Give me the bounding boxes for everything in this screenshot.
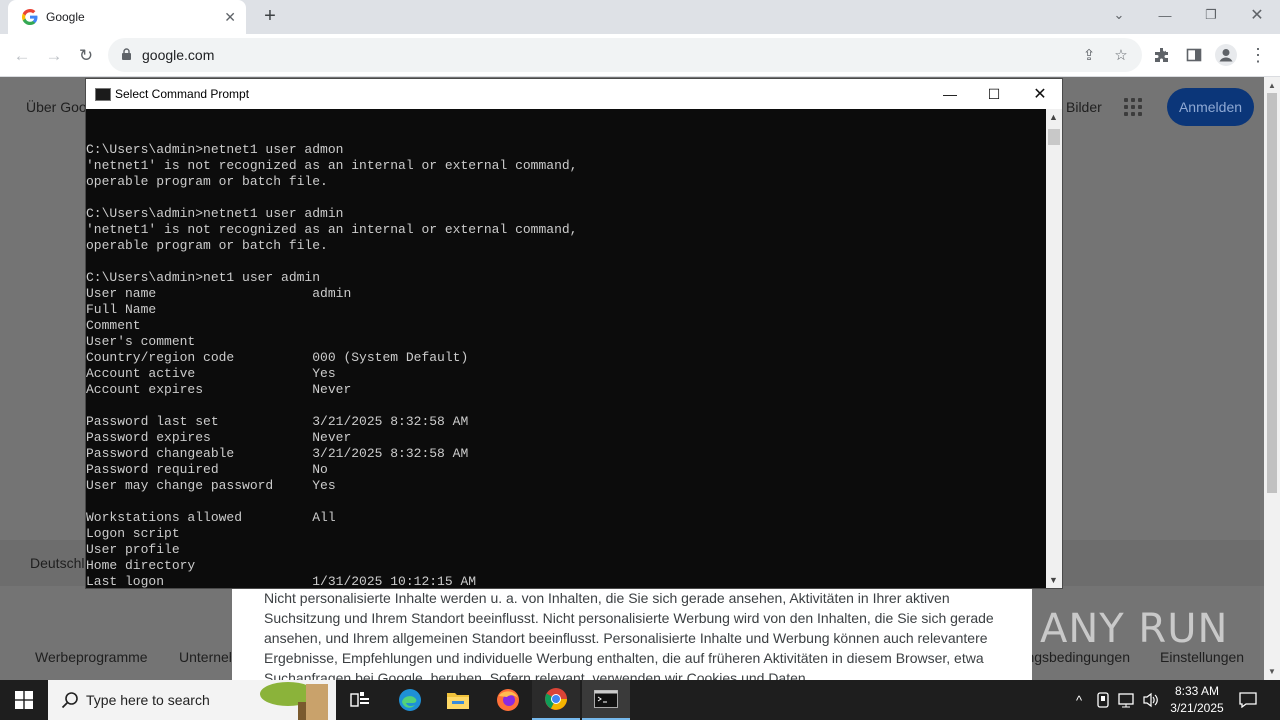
page-scrollbar[interactable]: ▲ ▼ bbox=[1264, 77, 1280, 680]
console-line: User's comment bbox=[86, 334, 196, 349]
console-line: Last logon 1/31/2025 10:12:15 AM bbox=[86, 574, 477, 588]
cmd-scroll-down-icon[interactable]: ▼ bbox=[1049, 575, 1058, 585]
signin-button[interactable]: Anmelden bbox=[1167, 88, 1254, 126]
minimize-button[interactable]: — bbox=[1142, 0, 1188, 30]
taskbar-search-box[interactable]: Type here to search bbox=[48, 680, 336, 720]
footer-link-business[interactable]: Unternehmen bbox=[179, 649, 231, 665]
tab-search-chevron-icon[interactable]: ⌄ bbox=[1096, 0, 1142, 30]
console-line: Logon script bbox=[86, 526, 180, 541]
chrome-taskbar-icon[interactable] bbox=[532, 680, 580, 720]
cmd-title: Select Command Prompt bbox=[115, 87, 250, 101]
scroll-down-arrow-icon[interactable]: ▼ bbox=[1268, 667, 1276, 676]
console-line: User may change password Yes bbox=[86, 478, 336, 493]
console-line: Password changeable 3/21/2025 8:32:58 AM bbox=[86, 446, 469, 461]
windows-taskbar: Type here to search ^ 8:33 AM 3/21/2025 bbox=[0, 680, 1280, 720]
google-favicon-icon bbox=[22, 9, 38, 25]
images-link[interactable]: Bilder bbox=[1066, 99, 1102, 115]
cmd-app-icon bbox=[95, 88, 111, 101]
console-line: 'netnet1' is not recognized as an intern… bbox=[86, 222, 578, 237]
volume-icon[interactable] bbox=[1141, 680, 1161, 720]
consent-dialog-text: Nicht personalisierte Inhalte werden u. … bbox=[232, 586, 1032, 680]
search-highlight-tree-icon bbox=[260, 682, 328, 720]
console-line: C:\Users\admin>net1 user admin bbox=[86, 270, 321, 285]
start-button[interactable] bbox=[0, 680, 48, 720]
extensions-puzzle-icon[interactable] bbox=[1151, 44, 1173, 66]
footer-link-ads[interactable]: Werbeprogramme bbox=[35, 649, 148, 665]
cmd-scroll-thumb[interactable] bbox=[1048, 129, 1060, 145]
forward-arrow-icon[interactable]: → bbox=[40, 42, 68, 70]
browser-tabstrip: Google ✕ + ⌄ — ❐ ✕ bbox=[0, 0, 1280, 34]
console-line: 'netnet1' is not recognized as an intern… bbox=[86, 158, 578, 173]
cmd-maximize-button[interactable]: ☐ bbox=[971, 79, 1017, 109]
google-apps-icon[interactable] bbox=[1124, 98, 1142, 116]
firefox-icon[interactable] bbox=[484, 680, 532, 720]
console-line: operable program or batch file. bbox=[86, 238, 328, 253]
cmd-minimize-button[interactable]: — bbox=[927, 79, 973, 109]
tab-google[interactable]: Google ✕ bbox=[8, 0, 246, 34]
clock-date: 3/21/2025 bbox=[1170, 701, 1224, 715]
console-line: Account expires Never bbox=[86, 382, 352, 397]
chrome-menu-icon[interactable]: ⋮ bbox=[1247, 44, 1269, 66]
console-line: User name admin bbox=[86, 286, 352, 301]
address-bar[interactable]: google.com ⇪ ☆ bbox=[108, 38, 1142, 72]
taskbar-clock[interactable]: 8:33 AM 3/21/2025 bbox=[1162, 683, 1232, 717]
windows-logo-icon bbox=[15, 691, 33, 709]
file-explorer-icon[interactable] bbox=[434, 680, 482, 720]
profile-avatar-icon[interactable] bbox=[1215, 44, 1237, 66]
search-icon bbox=[61, 692, 78, 709]
console-line: Workstations allowed All bbox=[86, 510, 336, 525]
console-line: operable program or batch file. bbox=[86, 174, 328, 189]
anyrun-watermark: ANY RUN bbox=[1040, 606, 1229, 652]
console-line: C:\Users\admin>netnet1 user admon bbox=[86, 142, 344, 157]
console-line: Home directory bbox=[86, 558, 196, 573]
edge-icon[interactable] bbox=[386, 680, 434, 720]
tab-title: Google bbox=[46, 10, 85, 24]
console-line: Full Name bbox=[86, 302, 157, 317]
close-button[interactable]: ✕ bbox=[1234, 0, 1280, 30]
bookmark-star-icon[interactable]: ☆ bbox=[1112, 46, 1130, 64]
console-line: Comment bbox=[86, 318, 141, 333]
cmd-taskbar-icon[interactable] bbox=[582, 680, 630, 720]
browser-toolbar: ← → ↻ google.com ⇪ ☆ ⋮ bbox=[0, 34, 1280, 77]
share-icon[interactable]: ⇪ bbox=[1080, 46, 1098, 64]
show-hidden-icons-chevron-icon[interactable]: ^ bbox=[1070, 680, 1088, 720]
console-line: Account active Yes bbox=[86, 366, 336, 381]
console-line: Password required No bbox=[86, 462, 328, 477]
cmd-close-button[interactable]: ✕ bbox=[1017, 79, 1063, 109]
cmd-scrollbar[interactable]: ▲ ▼ bbox=[1046, 109, 1062, 588]
side-panel-icon[interactable] bbox=[1183, 44, 1205, 66]
url-text: google.com bbox=[142, 47, 215, 63]
tab-close-icon[interactable]: ✕ bbox=[224, 9, 236, 26]
new-tab-button[interactable]: + bbox=[258, 4, 282, 28]
console-line: C:\Users\admin>netnet1 user admin bbox=[86, 206, 344, 221]
notification-center-icon[interactable] bbox=[1236, 680, 1260, 720]
scroll-up-arrow-icon[interactable]: ▲ bbox=[1268, 81, 1276, 90]
search-placeholder: Type here to search bbox=[86, 692, 210, 708]
usb-device-icon[interactable] bbox=[1094, 680, 1112, 720]
command-prompt-window[interactable]: Select Command Prompt — ☐ ✕ C:\Users\adm… bbox=[85, 78, 1063, 589]
back-arrow-icon[interactable]: ← bbox=[8, 42, 36, 70]
cmd-scroll-up-icon[interactable]: ▲ bbox=[1049, 112, 1058, 122]
console-line: Password expires Never bbox=[86, 430, 352, 445]
console-line: Country/region code 000 (System Default) bbox=[86, 350, 469, 365]
restore-button[interactable]: ❐ bbox=[1188, 0, 1234, 30]
task-view-icon[interactable] bbox=[336, 680, 384, 720]
console-line: User profile bbox=[86, 542, 180, 557]
lock-icon bbox=[122, 48, 131, 60]
console-line: Password last set 3/21/2025 8:32:58 AM bbox=[86, 414, 469, 429]
cmd-console-output[interactable]: C:\Users\admin>netnet1 user admon'netnet… bbox=[86, 109, 1046, 588]
cmd-titlebar[interactable]: Select Command Prompt — ☐ ✕ bbox=[86, 79, 1062, 109]
reload-icon[interactable]: ↻ bbox=[72, 42, 100, 70]
network-icon[interactable] bbox=[1117, 680, 1137, 720]
clock-time: 8:33 AM bbox=[1174, 684, 1220, 698]
page-scroll-thumb[interactable] bbox=[1267, 93, 1277, 493]
